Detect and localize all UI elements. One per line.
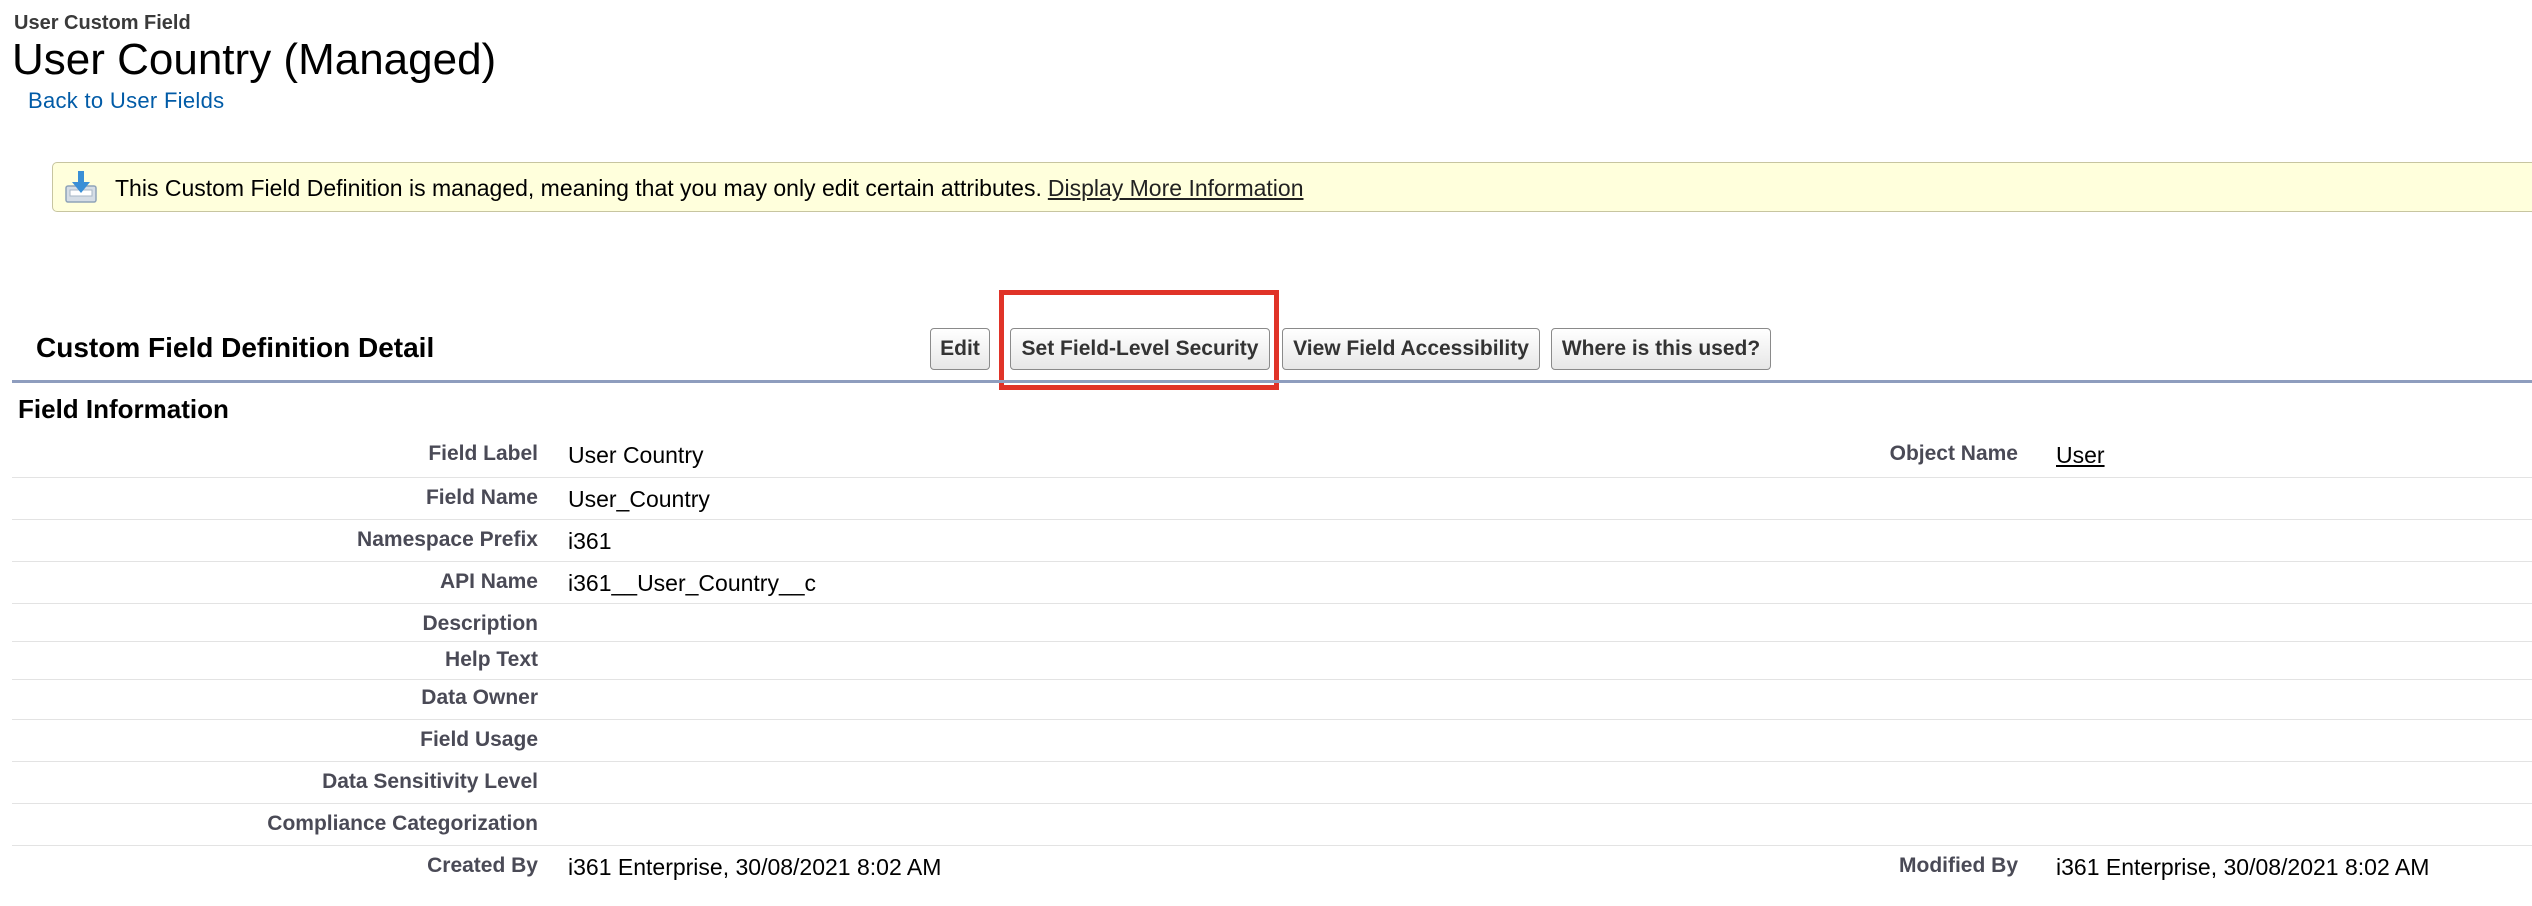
table-row: API Name i361__User_Country__c [12,562,2532,604]
back-to-user-fields-link[interactable]: Back to User Fields [28,88,224,114]
field-label: API Name [439,570,538,593]
field-label: Description [422,612,538,635]
field-information-title: Field Information [18,394,229,424]
object-name-link[interactable]: User [2056,442,2105,469]
modified-by-value: i361 Enterprise, 30/08/2021 8:02 AM [2056,854,2430,880]
field-label: Compliance Categorization [267,812,538,835]
table-row: Data Owner [12,680,2532,720]
page-title: User Country (Managed) [12,35,497,84]
section-title: Custom Field Definition Detail [36,332,435,363]
view-field-accessibility-button[interactable]: View Field Accessibility [1282,328,1540,370]
table-row: Field Usage [12,720,2532,762]
field-label: Data Owner [421,686,538,709]
field-label: Field Usage [420,728,538,751]
table-row: Data Sensitivity Level [12,762,2532,804]
banner-message: This Custom Field Definition is managed,… [115,175,1304,202]
table-row: Help Text [12,642,2532,680]
banner-text: This Custom Field Definition is managed,… [115,175,1042,201]
pre-title: User Custom Field [14,12,191,34]
field-label: Help Text [445,648,538,671]
managed-info-banner: This Custom Field Definition is managed,… [52,162,2532,212]
table-row: Compliance Categorization [12,804,2532,846]
table-row: Field Name User_Country [12,478,2532,520]
header-divider [12,380,2532,383]
table-row: Created By i361 Enterprise, 30/08/2021 8… [12,846,2532,890]
where-is-this-used-button[interactable]: Where is this used? [1551,328,1771,370]
edit-button[interactable]: Edit [930,328,990,370]
field-label: Field Name [425,486,538,509]
table-row: Namespace Prefix i361 [12,520,2532,562]
field-value: i361__User_Country__c [568,570,817,596]
field-value: User_Country [568,486,710,512]
set-field-level-security-button[interactable]: Set Field-Level Security [1010,328,1270,370]
field-value: i361 Enterprise, 30/08/2021 8:02 AM [568,854,942,880]
field-value: User Country [568,442,704,468]
field-label: Namespace Prefix [357,528,538,551]
field-table: Field Label User Country Object Name Use… [12,430,2532,890]
display-more-information-link[interactable]: Display More Information [1048,175,1304,201]
field-label: Data Sensitivity Level [322,770,538,793]
modified-by-label: Modified By [1899,854,2018,877]
table-row: Field Label User Country Object Name Use… [12,430,2532,478]
table-row: Description [12,604,2532,642]
field-label: Field Label [428,442,538,465]
download-tray-icon [65,171,97,203]
field-label: Created By [427,854,538,877]
object-name-label: Object Name [1889,442,2018,465]
field-value: i361 [568,528,612,554]
